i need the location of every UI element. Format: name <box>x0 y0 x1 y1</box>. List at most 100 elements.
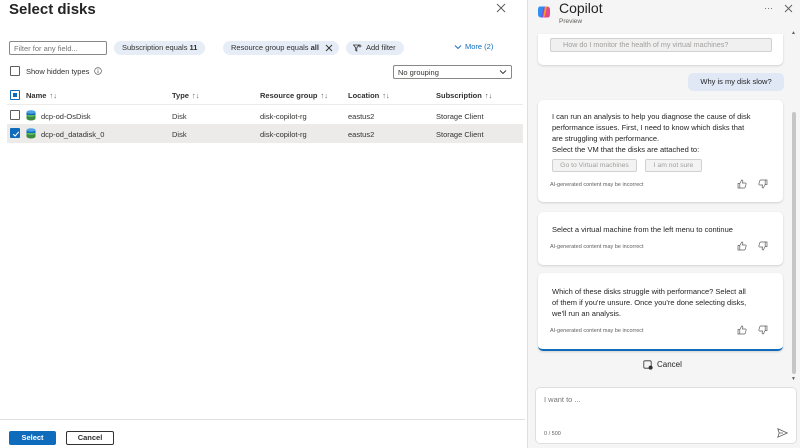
disk-location: eastus2 <box>348 112 375 121</box>
scroll-down-icon[interactable]: ▼ <box>791 376 796 382</box>
chevron-down-icon <box>499 70 507 75</box>
go-to-virtual-machines-button[interactable]: Go to Virtual machines <box>552 159 637 172</box>
ai-disclaimer: AI-generated content may be incorrect <box>550 244 644 250</box>
thumbs-up-icon[interactable] <box>737 241 747 251</box>
copilot-panel: Copilot Preview ··· How do I monitor the… <box>527 0 800 448</box>
prompt-input[interactable] <box>544 395 774 404</box>
column-header-name[interactable]: Name ↑↓ <box>26 91 57 100</box>
select-all-checkbox[interactable] <box>10 90 20 100</box>
message-line: I can run an analysis to help you diagno… <box>552 112 751 121</box>
disk-name[interactable]: dcp-od-OsDisk <box>41 112 91 121</box>
message-text: Select a virtual machine from the left m… <box>552 224 774 235</box>
message-line: Select a virtual machine from the left m… <box>552 225 733 234</box>
add-filter-label: Add filter <box>366 43 396 52</box>
table-row[interactable]: dcp-od_datadisk_0 Disk disk-copilot-rg e… <box>7 125 523 143</box>
sort-icon: ↑↓ <box>484 91 493 100</box>
checkmark-icon <box>12 131 20 137</box>
suggestion-card: How do I monitor the health of my virtua… <box>538 34 783 65</box>
stop-icon[interactable] <box>643 360 653 370</box>
thumbs-down-icon[interactable] <box>758 241 768 251</box>
not-sure-button[interactable]: I am not sure <box>645 159 702 172</box>
grouping-value: No grouping <box>398 68 439 77</box>
message-line: we'll run an analysis. <box>552 309 621 318</box>
grouping-dropdown[interactable]: No grouping <box>393 65 512 79</box>
suggestion-button[interactable]: How do I monitor the health of my virtua… <box>550 38 772 52</box>
chevron-down-icon <box>454 45 462 50</box>
disk-type: Disk <box>172 112 187 121</box>
message-line: performance issues. First, I need to kno… <box>552 123 745 132</box>
remove-filter-icon[interactable] <box>325 44 333 52</box>
character-counter: 0 / 500 <box>544 431 561 437</box>
sort-icon: ↑↓ <box>49 91 57 100</box>
disk-resource-group: disk-copilot-rg <box>260 112 307 121</box>
disk-icon <box>26 110 36 121</box>
disk-subscription: Storage Client <box>436 130 484 139</box>
message-text: Which of these disks struggle with perfo… <box>552 286 774 319</box>
disk-name[interactable]: dcp-od_datadisk_0 <box>41 130 104 139</box>
message-text: I can run an analysis to help you diagno… <box>552 111 774 155</box>
disk-icon <box>26 128 36 139</box>
pill-value: all <box>310 43 319 52</box>
pill-value: 11 <box>189 43 198 52</box>
compose-box[interactable]: 0 / 500 <box>535 387 797 444</box>
copilot-title: Copilot <box>559 0 603 16</box>
show-hidden-label: Show hidden types <box>26 67 90 76</box>
sort-icon: ↑↓ <box>382 91 390 100</box>
disk-location: eastus2 <box>348 130 375 139</box>
copilot-logo-icon <box>538 6 550 18</box>
filter-input[interactable] <box>9 41 107 55</box>
cancel-generation-button[interactable]: Cancel <box>657 360 682 369</box>
pill-prefix: Subscription equals <box>122 43 190 52</box>
thumbs-down-icon[interactable] <box>758 179 768 189</box>
column-label: Type <box>172 91 189 100</box>
column-label: Name <box>26 91 47 100</box>
close-icon[interactable] <box>784 4 793 13</box>
select-button[interactable]: Select <box>9 431 56 445</box>
more-filters-link[interactable]: More (2) <box>454 42 493 51</box>
close-icon[interactable] <box>495 2 507 14</box>
message-line: are struggling with performance. <box>552 134 660 143</box>
column-header-type[interactable]: Type ↑↓ <box>172 91 199 100</box>
assistant-message: Select a virtual machine from the left m… <box>538 212 783 265</box>
cancel-button[interactable]: Cancel <box>66 431 114 445</box>
column-header-resource-group[interactable]: Resource group ↑↓ <box>260 91 328 100</box>
table-row[interactable]: dcp-od-OsDisk Disk disk-copilot-rg eastu… <box>7 107 523 125</box>
panel-title: Select disks <box>9 1 96 18</box>
sort-icon: ↑↓ <box>191 91 200 100</box>
column-header-location[interactable]: Location ↑↓ <box>348 91 390 100</box>
message-line: Select the VM that the disks are attache… <box>552 145 700 154</box>
message-line: Which of these disks struggle with perfo… <box>552 287 746 296</box>
column-label: Resource group <box>260 91 318 100</box>
thumbs-up-icon[interactable] <box>737 179 747 189</box>
add-filter-button[interactable]: Add filter <box>346 41 404 55</box>
add-filter-icon <box>353 44 362 52</box>
header-divider <box>7 104 523 105</box>
row-checkbox[interactable] <box>10 128 20 138</box>
thumbs-up-icon[interactable] <box>737 325 747 335</box>
row-checkbox[interactable] <box>10 110 20 120</box>
user-message: Why is my disk slow? <box>688 73 784 91</box>
sort-icon: ↑↓ <box>320 91 329 100</box>
info-icon[interactable] <box>94 67 102 75</box>
ai-disclaimer: AI-generated content may be incorrect <box>550 182 644 188</box>
assistant-message: Which of these disks struggle with perfo… <box>538 273 783 351</box>
scrollbar-thumb[interactable] <box>792 112 796 374</box>
show-hidden-checkbox[interactable] <box>10 66 20 76</box>
send-icon[interactable] <box>777 428 788 438</box>
footer-divider <box>0 419 525 420</box>
more-options-icon[interactable]: ··· <box>764 3 773 13</box>
resource-group-filter-pill[interactable]: Resource group equals all <box>223 41 339 55</box>
select-disks-panel: Select disks Subscription equals 11 Reso… <box>0 0 525 448</box>
message-line: of them if you're unsure. Once you're do… <box>552 298 747 307</box>
assistant-message: I can run an analysis to help you diagno… <box>538 100 783 202</box>
ai-disclaimer: AI-generated content may be incorrect <box>550 328 644 334</box>
preview-label: Preview <box>559 18 583 25</box>
thumbs-down-icon[interactable] <box>758 325 768 335</box>
scroll-up-icon[interactable]: ▲ <box>791 30 796 36</box>
subscription-filter-pill[interactable]: Subscription equals 11 <box>114 41 206 55</box>
column-label: Subscription <box>436 91 482 100</box>
pill-prefix: Resource group equals <box>231 43 311 52</box>
disk-resource-group: disk-copilot-rg <box>260 130 307 139</box>
disk-type: Disk <box>172 130 187 139</box>
column-header-subscription[interactable]: Subscription ↑↓ <box>436 91 492 100</box>
